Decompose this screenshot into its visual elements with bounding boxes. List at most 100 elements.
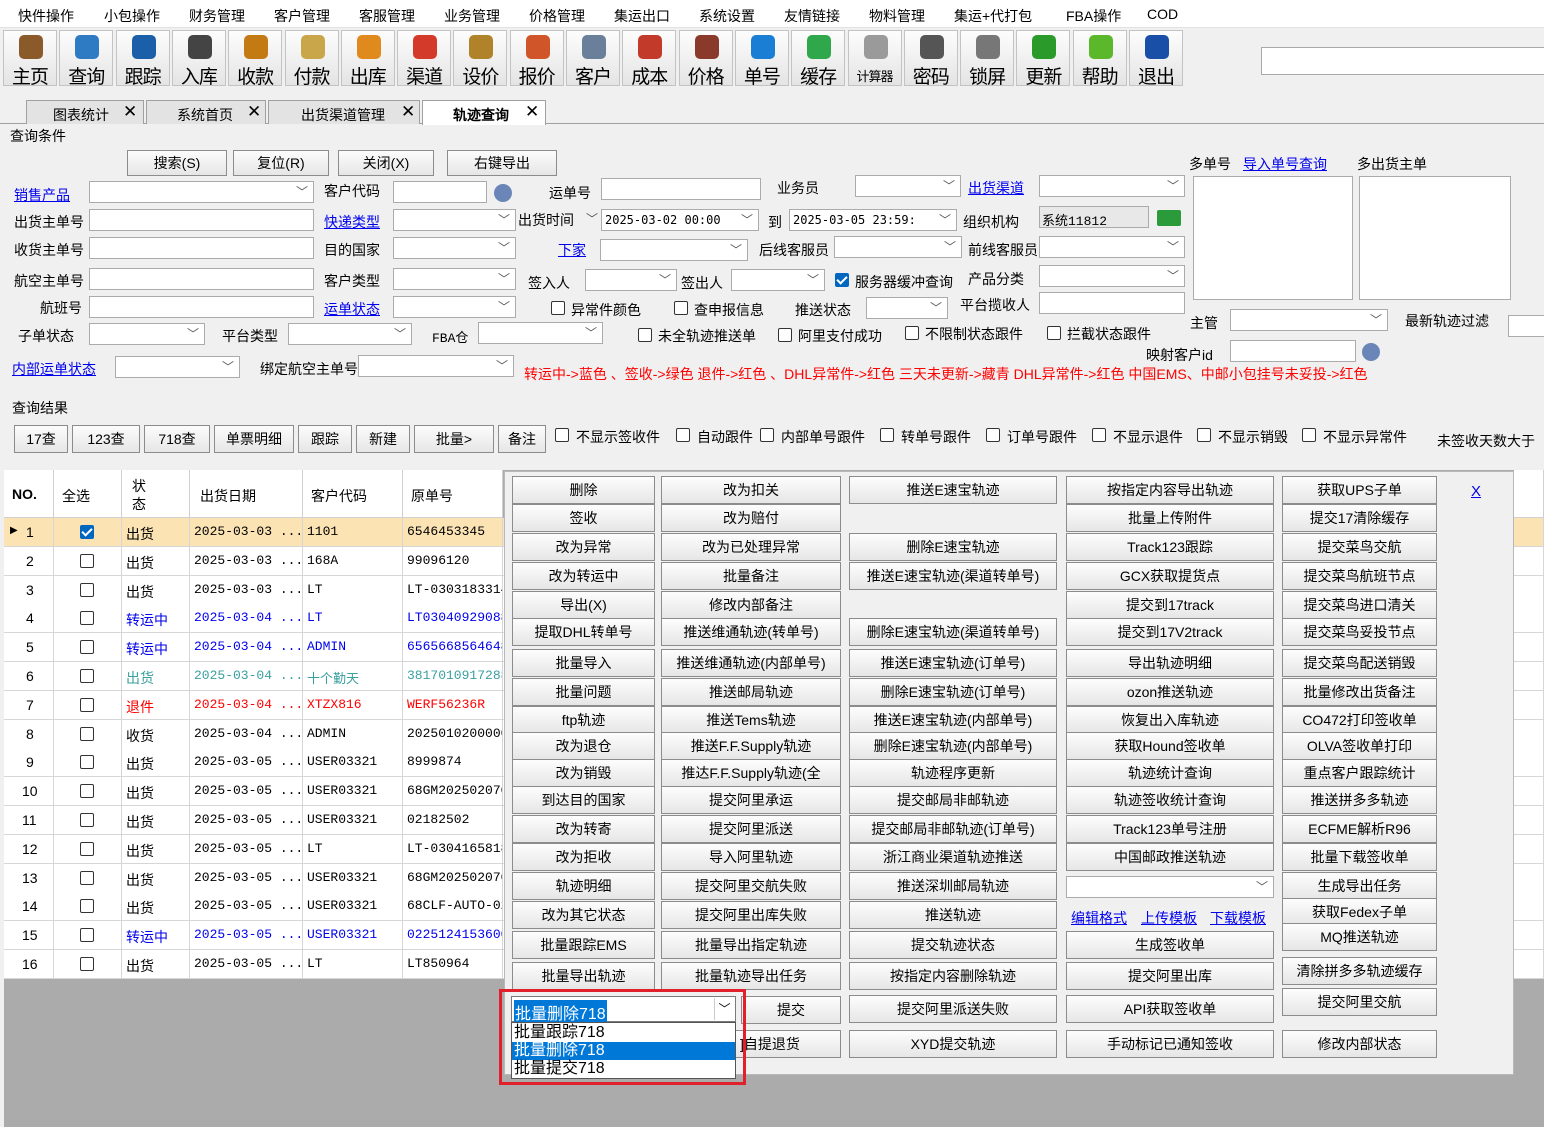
- action-button[interactable]: 到达目的国家: [512, 786, 655, 814]
- remark-button[interactable]: 备注: [498, 425, 546, 453]
- row-checkbox[interactable]: [80, 611, 94, 626]
- action-button[interactable]: 批量导入: [512, 649, 655, 677]
- close-icon[interactable]: ✕: [401, 102, 415, 122]
- flight-no-input[interactable]: [89, 296, 314, 318]
- action-button[interactable]: 删除E速宝轨迹(订单号): [849, 678, 1057, 706]
- action-button[interactable]: 批量跟踪EMS: [512, 931, 655, 959]
- action-button[interactable]: 删除E速宝轨迹: [849, 533, 1057, 561]
- air-master-no-input[interactable]: [89, 268, 314, 290]
- action-button[interactable]: 改为其它状态: [512, 901, 655, 929]
- shipping-channel-select[interactable]: ﹀: [1039, 175, 1185, 197]
- action-button[interactable]: 生成导出任务: [1282, 872, 1437, 900]
- batch-button[interactable]: 批量>: [414, 425, 494, 453]
- download-template-link[interactable]: 下载模板: [1210, 908, 1266, 928]
- express-type-select[interactable]: ﹀: [393, 209, 516, 231]
- server-cache-checkbox[interactable]: [835, 273, 849, 287]
- action-button[interactable]: 提交菜鸟配送销毁: [1282, 649, 1437, 677]
- hide-destroyed-checkbox[interactable]: [1197, 428, 1211, 442]
- action-button[interactable]: 提交到17track: [1066, 591, 1274, 619]
- action-button[interactable]: 提交轨迹状态: [849, 931, 1057, 959]
- front-cs-select[interactable]: ﹀: [1039, 236, 1185, 258]
- time-from-picker[interactable]: 2025-03-02 00:00 ﹀: [601, 209, 759, 231]
- menu-item[interactable]: 小包操作: [104, 6, 160, 26]
- transfer-no-track-checkbox[interactable]: [880, 428, 894, 442]
- product-cat-select[interactable]: ﹀: [1039, 265, 1185, 287]
- time-to-picker[interactable]: 2025-03-05 23:59: ﹀: [789, 209, 957, 231]
- action-button[interactable]: 推送拼多多轨迹: [1282, 786, 1437, 814]
- action-button[interactable]: 推送维通轨迹(转单号): [661, 618, 841, 646]
- tab-track-query[interactable]: 轨迹查询 ✕: [422, 100, 546, 125]
- platform-receiver-input[interactable]: [1039, 292, 1185, 314]
- internal-no-track-checkbox[interactable]: [760, 428, 774, 442]
- action-button[interactable]: 提交阿里出库失败: [661, 901, 841, 929]
- action-button[interactable]: 推送E速宝轨迹(内部单号): [849, 706, 1057, 734]
- menu-item[interactable]: 友情链接: [784, 6, 840, 26]
- menu-item[interactable]: 集运出口: [614, 6, 670, 26]
- track-button[interactable]: 跟踪: [298, 425, 352, 453]
- action-button[interactable]: 推送邮局轨迹: [661, 678, 841, 706]
- action-button[interactable]: 提取DHL转单号: [512, 618, 655, 646]
- action-button[interactable]: Track123跟踪: [1066, 533, 1274, 561]
- sub-status-select[interactable]: ﹀: [89, 323, 205, 345]
- row-checkbox[interactable]: [80, 928, 94, 943]
- action-button[interactable]: 改为销毁: [512, 759, 655, 787]
- lower-home-link[interactable]: 下家: [558, 240, 586, 260]
- action-button[interactable]: 改为异常: [512, 533, 655, 561]
- menu-item[interactable]: 客服管理: [359, 6, 415, 26]
- recv-master-no-input[interactable]: [89, 237, 314, 259]
- action-button[interactable]: 改为转运中: [512, 562, 655, 590]
- action-button[interactable]: 批量导出轨迹: [512, 962, 655, 990]
- multi-no-textarea[interactable]: [1193, 176, 1353, 300]
- dest-country-select[interactable]: ﹀: [393, 237, 516, 259]
- action-button[interactable]: 轨迹程序更新: [849, 759, 1057, 787]
- action-button[interactable]: 轨迹统计查询: [1066, 759, 1274, 787]
- tab-shipping-channel[interactable]: 出货渠道管理 ✕: [268, 100, 420, 124]
- action-button[interactable]: 导入阿里轨迹: [661, 843, 841, 871]
- row-checkbox[interactable]: [80, 899, 94, 914]
- toolbar-button[interactable]: 计算器: [847, 30, 902, 86]
- action-button[interactable]: 批量修改出货备注: [1282, 678, 1437, 706]
- panel-close-icon[interactable]: X: [1471, 483, 1481, 500]
- toolbar-button[interactable]: 报价: [509, 30, 564, 88]
- row-checkbox[interactable]: [80, 841, 94, 856]
- hide-signed-checkbox[interactable]: [555, 428, 569, 442]
- tab-chart-stats[interactable]: 图表统计 ✕: [26, 100, 144, 124]
- check-declare-checkbox[interactable]: [674, 301, 688, 315]
- action-button[interactable]: 获取UPS子单: [1282, 476, 1437, 504]
- action-button[interactable]: 删除E速宝轨迹(内部单号): [849, 732, 1057, 760]
- abnormal-color-checkbox[interactable]: [551, 301, 565, 315]
- action-button[interactable]: 手动标记已通知签收: [1066, 1030, 1274, 1058]
- menu-item[interactable]: 客户管理: [274, 6, 330, 26]
- row-checkbox[interactable]: [80, 755, 94, 770]
- multi-ship-master-textarea[interactable]: [1359, 176, 1511, 300]
- column-header-select-all[interactable]: 全选: [54, 470, 122, 518]
- org-select-icon[interactable]: [1157, 210, 1181, 226]
- action-button[interactable]: GCX获取提货点: [1066, 562, 1274, 590]
- row-checkbox[interactable]: [80, 957, 94, 971]
- ali-paid-checkbox[interactable]: [778, 328, 792, 342]
- action-button[interactable]: 提交阿里交航: [1282, 988, 1437, 1016]
- signout-select[interactable]: ﹀: [731, 269, 825, 291]
- action-button[interactable]: 提交17清除缓存: [1282, 504, 1437, 532]
- action-button[interactable]: 浙江商业渠道轨迹推送: [849, 843, 1057, 871]
- action-button[interactable]: Track123单号注册: [1066, 815, 1274, 843]
- action-button[interactable]: 提交阿里交航失败: [661, 872, 841, 900]
- hide-abnormal-checkbox[interactable]: [1302, 428, 1316, 442]
- customer-type-select[interactable]: ﹀: [393, 268, 516, 290]
- toolbar-button[interactable]: 更新: [1016, 30, 1071, 88]
- row-checkbox[interactable]: [80, 669, 94, 683]
- close-icon[interactable]: ✕: [525, 102, 539, 122]
- action-button[interactable]: ozon推送轨迹: [1066, 678, 1274, 706]
- action-button[interactable]: 生成签收单: [1066, 931, 1274, 959]
- new-button[interactable]: 新建: [356, 425, 410, 453]
- toolbar-button[interactable]: 价格: [678, 30, 733, 88]
- action-button[interactable]: XYD提交轨迹: [849, 1030, 1057, 1058]
- row-checkbox[interactable]: [80, 697, 94, 712]
- action-button[interactable]: 提交菜鸟进口清关: [1282, 591, 1437, 619]
- row-checkbox[interactable]: [80, 525, 94, 539]
- action-button[interactable]: 提交菜鸟妥投节点: [1282, 618, 1437, 646]
- order-no-track-checkbox[interactable]: [986, 428, 1000, 442]
- action-button[interactable]: API获取签收单: [1066, 995, 1274, 1023]
- action-button[interactable]: 提交阿里出库: [1066, 962, 1274, 990]
- action-button[interactable]: 清除拼多多轨迹缓存: [1282, 957, 1437, 985]
